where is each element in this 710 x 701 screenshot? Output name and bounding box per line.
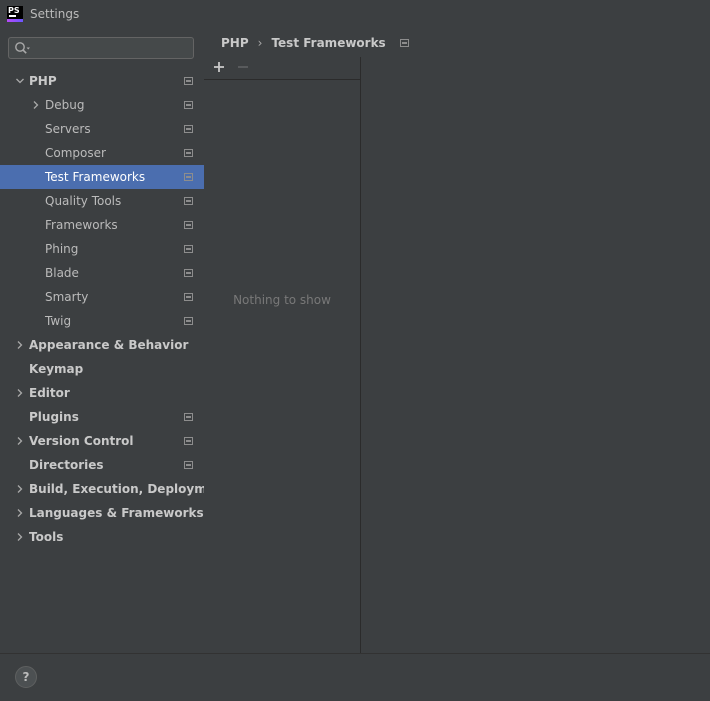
sidebar-item-debug[interactable]: Debug: [0, 93, 204, 117]
window-title: Settings: [30, 6, 80, 21]
sidebar-item-test-frameworks[interactable]: Test Frameworks: [0, 165, 204, 189]
sidebar-item-label: Keymap: [29, 362, 84, 376]
sidebar-item-directories[interactable]: Directories: [0, 453, 204, 477]
breadcrumb: PHP › Test Frameworks: [221, 36, 409, 50]
project-level-icon: [184, 173, 193, 181]
project-level-icon: [399, 39, 409, 47]
chevron-right-icon[interactable]: [15, 532, 25, 542]
project-level-icon: [184, 437, 193, 445]
project-level-icon: [184, 77, 193, 85]
sidebar-item-label: Editor: [29, 386, 70, 400]
search-icon[interactable]: [14, 41, 32, 55]
project-level-icon: [184, 317, 193, 325]
content-panel: PHP › Test Frameworks Nothing to show: [204, 27, 710, 653]
help-button[interactable]: ?: [15, 666, 37, 688]
breadcrumb-current: Test Frameworks: [271, 36, 386, 50]
sidebar-item-label: Quality Tools: [45, 194, 122, 208]
sidebar-item-version-control[interactable]: Version Control: [0, 429, 204, 453]
sidebar-item-label: Appearance & Behavior: [29, 338, 189, 352]
sidebar-item-keymap[interactable]: Keymap: [0, 357, 204, 381]
sidebar-item-composer[interactable]: Composer: [0, 141, 204, 165]
test-frameworks-list-panel: Nothing to show: [204, 57, 361, 653]
project-level-icon: [184, 197, 193, 205]
sidebar-item-label: Directories: [29, 458, 104, 472]
sidebar-item-label: Tools: [29, 530, 64, 544]
sidebar-item-php[interactable]: PHP: [0, 69, 204, 93]
project-level-icon: [184, 221, 193, 229]
chevron-right-icon[interactable]: [15, 436, 25, 446]
sidebar-item-label: Languages & Frameworks: [29, 506, 204, 520]
list-toolbar: [204, 57, 360, 80]
phpstorm-app-icon: PS: [7, 5, 23, 22]
app-icon-text: PS: [8, 5, 20, 15]
sidebar-item-editor[interactable]: Editor: [0, 381, 204, 405]
sidebar-item-label: Servers: [45, 122, 91, 136]
sidebar-item-quality-tools[interactable]: Quality Tools: [0, 189, 204, 213]
project-level-icon: [184, 149, 193, 157]
chevron-right-icon[interactable]: [15, 340, 25, 350]
sidebar-item-twig[interactable]: Twig: [0, 309, 204, 333]
project-level-icon: [184, 293, 193, 301]
sidebar-item-label: Phing: [45, 242, 79, 256]
sidebar-item-label: Test Frameworks: [45, 170, 146, 184]
settings-tree: PHP Debug Servers Composer Test Frameworks Qu…: [0, 69, 229, 549]
sidebar-item-label: Plugins: [29, 410, 79, 424]
chevron-right-icon[interactable]: [15, 388, 25, 398]
settings-sidebar: PHP Debug Servers Composer Test Frameworks Qu…: [0, 27, 229, 653]
sidebar-item-label: Blade: [45, 266, 79, 280]
sidebar-item-label: Frameworks: [45, 218, 118, 232]
project-level-icon: [184, 413, 193, 421]
chevron-right-icon[interactable]: [15, 508, 25, 518]
add-icon[interactable]: [212, 60, 226, 74]
search-input[interactable]: [8, 37, 194, 59]
sidebar-item-servers[interactable]: Servers: [0, 117, 204, 141]
title-bar: PS Settings: [0, 0, 710, 27]
sidebar-item-label: Build, Execution, Deployment: [29, 482, 230, 496]
empty-list-message: Nothing to show: [233, 293, 331, 307]
sidebar-item-tools[interactable]: Tools: [0, 525, 204, 549]
sidebar-item-appearance-behavior[interactable]: Appearance & Behavior: [0, 333, 204, 357]
sidebar-item-label: PHP: [29, 74, 57, 88]
footer-bar: ?: [0, 653, 710, 701]
sidebar-item-label: Version Control: [29, 434, 134, 448]
sidebar-item-build-execution-deployment[interactable]: Build, Execution, Deployment: [0, 477, 229, 501]
project-level-icon: [184, 125, 193, 133]
sidebar-item-label: Twig: [45, 314, 72, 328]
sidebar-item-smarty[interactable]: Smarty: [0, 285, 204, 309]
project-level-icon: [184, 461, 193, 469]
sidebar-item-label: Debug: [45, 98, 85, 112]
sidebar-item-label: Smarty: [45, 290, 89, 304]
breadcrumb-separator: ›: [257, 36, 263, 50]
project-level-icon: [184, 245, 193, 253]
breadcrumb-parent[interactable]: PHP: [221, 36, 249, 50]
project-level-icon: [184, 101, 193, 109]
chevron-down-icon[interactable]: [15, 76, 25, 86]
sidebar-item-phing[interactable]: Phing: [0, 237, 204, 261]
sidebar-item-languages-frameworks[interactable]: Languages & Frameworks: [0, 501, 204, 525]
sidebar-item-plugins[interactable]: Plugins: [0, 405, 204, 429]
sidebar-item-frameworks[interactable]: Frameworks: [0, 213, 204, 237]
sidebar-item-label: Composer: [45, 146, 106, 160]
project-level-icon: [184, 269, 193, 277]
chevron-right-icon[interactable]: [31, 100, 41, 110]
chevron-right-icon[interactable]: [15, 484, 25, 494]
remove-icon[interactable]: [236, 60, 250, 74]
sidebar-item-blade[interactable]: Blade: [0, 261, 204, 285]
